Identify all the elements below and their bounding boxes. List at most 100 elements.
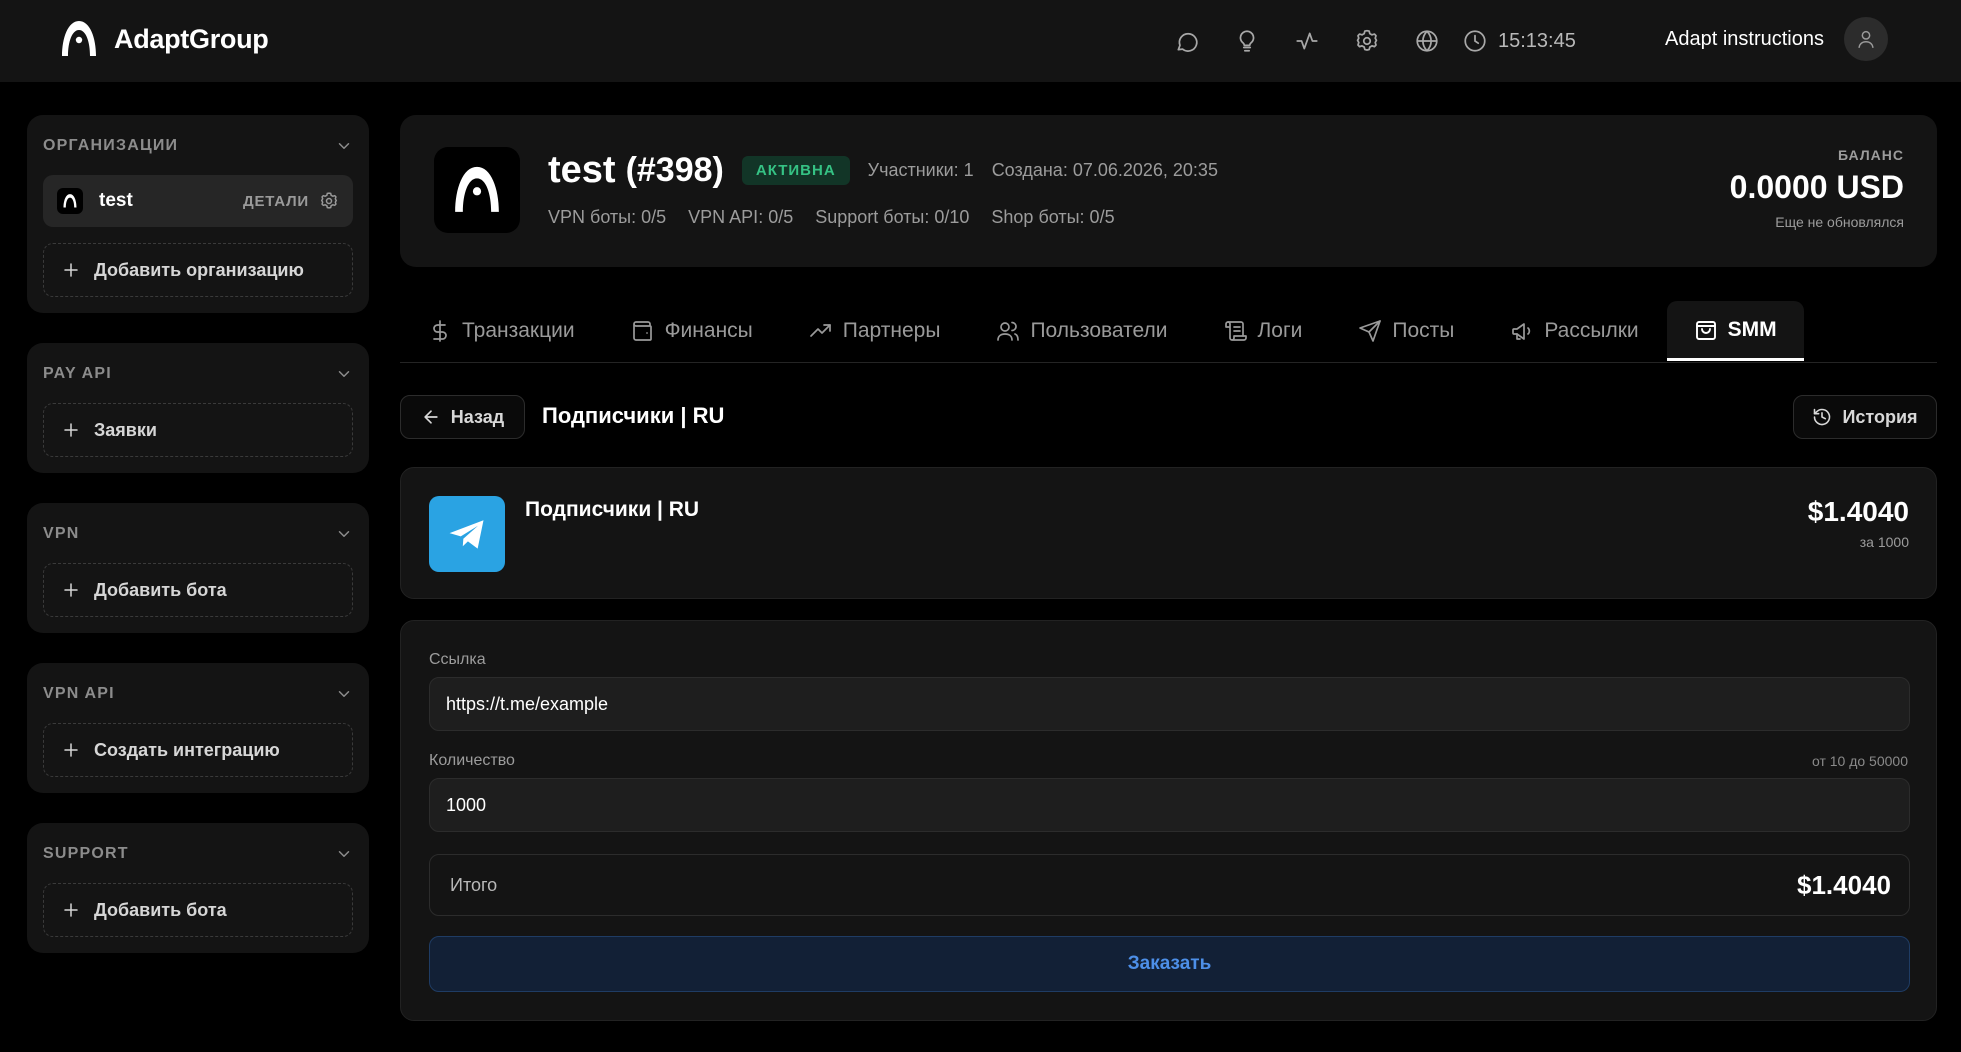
org-id: (#398)	[625, 151, 724, 189]
tab-mailings[interactable]: Рассылки	[1482, 301, 1666, 361]
org-created: Создана: 07.06.2026, 20:35	[991, 160, 1218, 180]
tab-users[interactable]: Пользователи	[968, 301, 1195, 361]
pay-api-requests-button[interactable]: Заявки	[43, 403, 353, 457]
balance-note: Еще не обновлялся	[1775, 214, 1904, 230]
order-button[interactable]: Заказать	[429, 936, 1910, 992]
tab-label: Логи	[1257, 319, 1303, 342]
add-vpn-bot-button[interactable]: Добавить бота	[43, 563, 353, 617]
clock: 15:13:45	[1462, 28, 1576, 54]
chevron-down-icon[interactable]	[335, 845, 353, 863]
sidebar-item-org-test[interactable]: test ДЕТАЛИ	[43, 175, 353, 227]
create-integration-button[interactable]: Создать интеграцию	[43, 723, 353, 777]
history-icon	[1814, 408, 1831, 426]
send-icon	[1359, 320, 1382, 342]
tab-logs[interactable]: Логи	[1196, 301, 1331, 361]
link-input[interactable]	[429, 677, 1910, 731]
tab-label: Транзакции	[462, 319, 575, 342]
user-menu[interactable]: Adapt instructions	[1665, 17, 1888, 61]
history-button[interactable]: История	[1793, 395, 1937, 439]
quantity-hint: от 10 до 50000	[1811, 753, 1908, 769]
sidebar-section-title: VPN	[43, 525, 80, 542]
plus-icon	[64, 743, 78, 757]
org-limit: Shop боты: 0/5	[991, 207, 1115, 227]
arrow-left-icon	[424, 410, 438, 424]
brand[interactable]: AdaptGroup	[58, 18, 269, 60]
users-icon	[997, 321, 1020, 341]
tab-smm[interactable]: SMM	[1666, 301, 1804, 361]
product-card: Подписчики | RU $1.4040 за 1000	[400, 467, 1937, 599]
org-members: Участники: 1	[867, 160, 974, 180]
add-organization-label: Добавить организацию	[94, 259, 304, 280]
balance-label: БАЛАНС	[1838, 147, 1904, 163]
main-content: test (#398) АКТИВНА Участники: 1 Создана…	[400, 115, 1937, 1021]
total-row: Итого $1.4040	[429, 854, 1910, 916]
org-title-row: test (#398) АКТИВНА Участники: 1 Создана…	[548, 149, 1218, 192]
add-organization-button[interactable]: Добавить организацию	[43, 243, 353, 297]
user-name: Adapt instructions	[1665, 27, 1824, 50]
chevron-down-icon[interactable]	[335, 365, 353, 383]
gear-icon[interactable]	[1348, 22, 1386, 60]
tab-posts[interactable]: Посты	[1330, 301, 1482, 361]
wallet-icon	[632, 321, 652, 341]
quantity-input[interactable]	[429, 778, 1910, 832]
sidebar-organizations: ОРГАНИЗАЦИИ test ДЕТАЛИ Добавить организ…	[27, 115, 369, 313]
tab-label: Финансы	[664, 319, 753, 342]
chevron-down-icon[interactable]	[335, 685, 353, 703]
org-limits: VPN боты: 0/5 VPN API: 0/5 Support боты:…	[548, 207, 1137, 228]
avatar[interactable]	[1844, 17, 1888, 61]
org-limit: VPN API: 0/5	[688, 207, 794, 227]
balance: БАЛАНС 0.0000 USD Еще не обновлялся	[1730, 147, 1904, 230]
tab-finance[interactable]: Финансы	[603, 301, 781, 361]
order-form: Ссылка Количество от 10 до 50000 Итого $…	[400, 620, 1937, 1021]
plus-icon	[64, 583, 78, 597]
price-value: $1.4040	[1807, 496, 1909, 527]
add-vpn-bot-label: Добавить бота	[94, 579, 227, 600]
user-icon	[1858, 30, 1874, 48]
plus-icon	[64, 263, 78, 277]
sidebar-section-title: ОРГАНИЗАЦИИ	[43, 137, 179, 154]
org-details-link[interactable]: ДЕТАЛИ	[243, 193, 309, 210]
back-button[interactable]: Назад	[400, 395, 525, 439]
sidebar-vpn-header[interactable]: VPN	[43, 521, 353, 547]
chevron-down-icon[interactable]	[335, 137, 353, 155]
chat-icon[interactable]	[1168, 22, 1206, 60]
tab-label: Партнеры	[842, 319, 941, 342]
tab-transactions[interactable]: Транзакции	[400, 301, 603, 361]
tab-label: Рассылки	[1544, 319, 1639, 342]
top-bar: AdaptGroup 15:13:45 Adapt instructions	[0, 0, 1961, 82]
lightbulb-icon[interactable]	[1228, 22, 1266, 60]
sidebar-vpn-api: VPN API Создать интеграцию	[27, 663, 369, 793]
org-logo	[434, 147, 520, 233]
sidebar-section-title: VPN API	[43, 685, 115, 702]
gear-icon[interactable]	[319, 191, 339, 211]
tab-partners[interactable]: Партнеры	[781, 301, 969, 361]
sidebar-vpn-api-header[interactable]: VPN API	[43, 681, 353, 707]
org-limit: Support боты: 0/10	[815, 207, 970, 227]
sidebar-vpn: VPN Добавить бота	[27, 503, 369, 633]
sidebar-pay-api-header[interactable]: PAY API	[43, 361, 353, 387]
telegram-logo	[429, 496, 505, 572]
org-limit: VPN боты: 0/5	[548, 207, 667, 227]
add-support-bot-button[interactable]: Добавить бота	[43, 883, 353, 937]
create-integration-label: Создать интеграцию	[94, 739, 280, 760]
status-badge: АКТИВНА	[741, 156, 850, 185]
sidebar-pay-api: PAY API Заявки	[27, 343, 369, 473]
globe-icon[interactable]	[1408, 22, 1446, 60]
megaphone-icon	[1512, 323, 1531, 340]
tab-label: SMM	[1727, 317, 1777, 341]
dollar-icon	[433, 320, 447, 342]
sidebar-support-header[interactable]: SUPPORT	[43, 841, 353, 867]
total-label: Итого	[450, 875, 498, 895]
product-price: $1.4040 за 1000	[1808, 496, 1909, 550]
history-label: История	[1842, 406, 1918, 427]
pay-api-requests-label: Заявки	[94, 419, 157, 440]
org-logo	[57, 188, 83, 214]
chevron-down-icon[interactable]	[335, 525, 353, 543]
org-header: test (#398) АКТИВНА Участники: 1 Создана…	[400, 115, 1937, 267]
trending-up-icon	[809, 324, 831, 337]
sidebar: ОРГАНИЗАЦИИ test ДЕТАЛИ Добавить организ…	[27, 115, 369, 983]
activity-icon[interactable]	[1288, 22, 1326, 60]
sidebar-organizations-header[interactable]: ОРГАНИЗАЦИИ	[43, 133, 353, 159]
org-title: test	[548, 149, 616, 191]
price-unit: за 1000	[1859, 534, 1909, 550]
